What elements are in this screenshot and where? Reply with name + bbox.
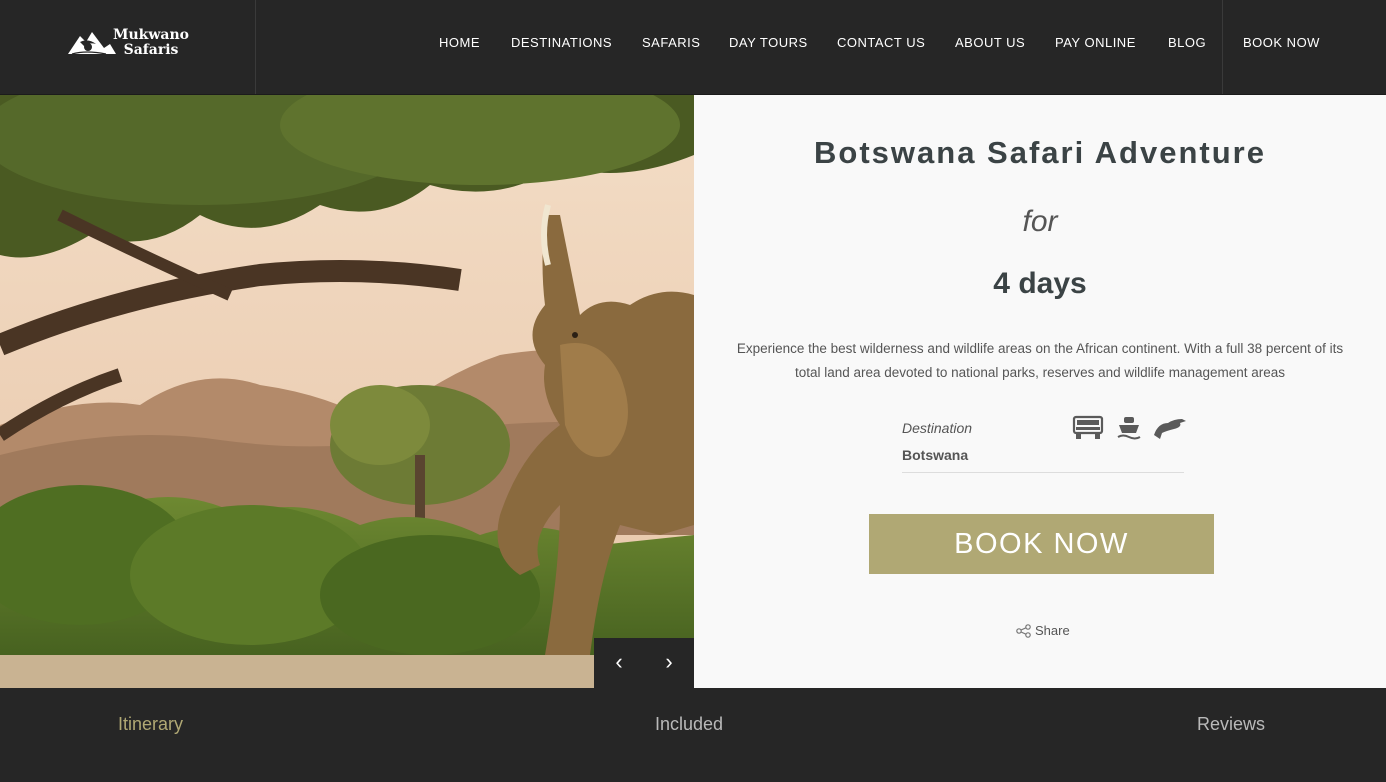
destination-value: Botswana [902,447,969,463]
nav-blog[interactable]: BLOG [1168,35,1206,50]
destination-divider [902,472,1184,473]
tour-info-panel: Botswana Safari Adventure for 4 days Exp… [694,95,1386,688]
elephant-scene-image [0,95,694,688]
nav-contact-us[interactable]: CONTACT US [837,35,925,50]
hero-image [0,95,694,688]
nav-home[interactable]: HOME [439,35,480,50]
logo-text: Mukwano Safaris [113,28,189,58]
logo-line-1: Mukwano [113,27,190,43]
nav-day-tours[interactable]: DAY TOURS [729,35,808,50]
chevron-left-icon[interactable]: ‹ [594,638,644,688]
boat-icon [1117,417,1141,440]
share-icon [1016,623,1031,638]
nav-about-us[interactable]: ABOUT US [955,35,1025,50]
tour-duration: 4 days [993,267,1087,300]
site-header: Mukwano Safaris HOME DESTINATIONS SAFARI… [0,0,1386,95]
safari-vehicle-icon [1072,415,1104,439]
nav-pay-online[interactable]: PAY ONLINE [1055,35,1136,50]
share-button[interactable]: Share [1016,623,1070,638]
bird-icon [1154,419,1186,439]
nav-book-now[interactable]: BOOK NOW [1243,35,1320,50]
tab-reviews[interactable]: Reviews [1197,714,1265,735]
destination-label: Destination [902,420,973,436]
logo-line-2: Safaris [123,42,179,58]
logo[interactable]: Mukwano Safaris [0,0,256,94]
chevron-right-icon[interactable]: › [644,638,694,688]
slider-controls: ‹ › [594,638,694,688]
book-now-button[interactable]: BOOK NOW [869,514,1214,574]
nav-divider [1222,0,1223,94]
nav-safaris[interactable]: SAFARIS [642,35,700,50]
tour-tabs: Itinerary Included Reviews [0,688,1386,782]
tab-itinerary[interactable]: Itinerary [118,714,183,735]
for-text: for [1022,205,1058,238]
nav-destinations[interactable]: DESTINATIONS [511,35,612,50]
share-label: Share [1035,623,1070,638]
tour-description: Experience the best wilderness and wildl… [736,341,1344,380]
tab-included[interactable]: Included [655,714,723,735]
tour-title: Botswana Safari Adventure [814,135,1266,170]
mountain-logo-icon [68,32,116,55]
